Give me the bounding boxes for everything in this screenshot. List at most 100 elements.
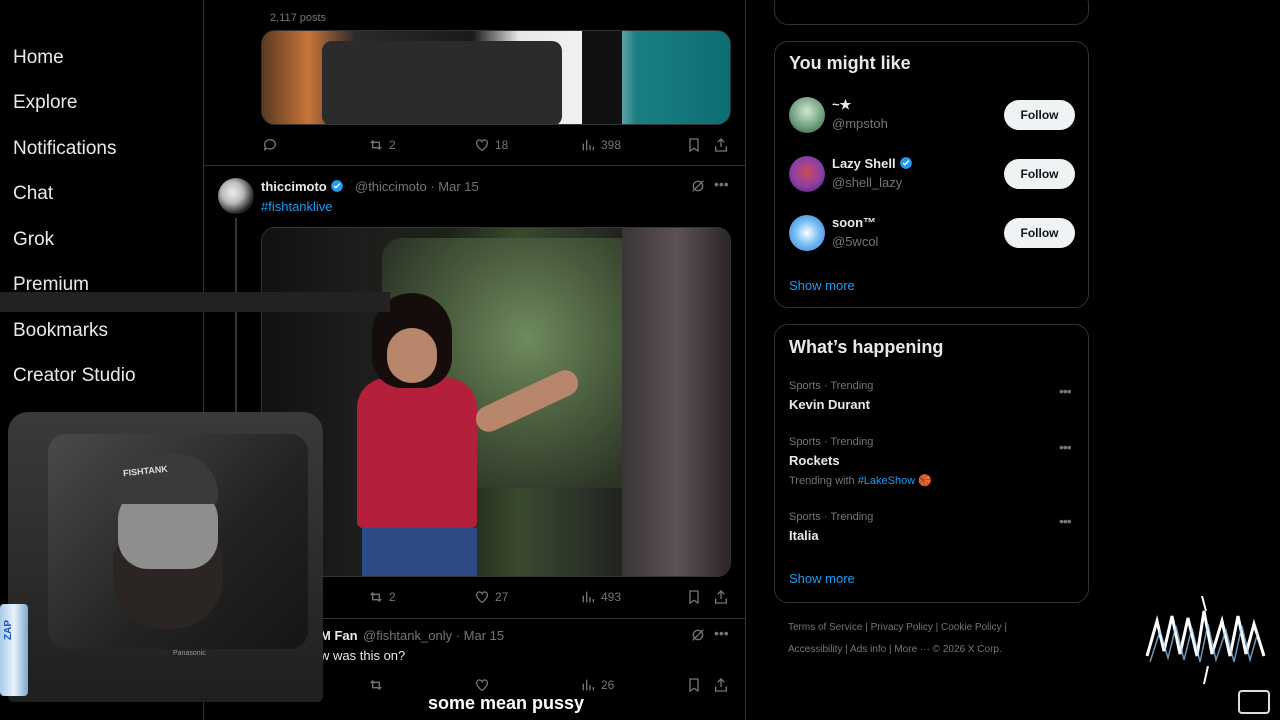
trend-more-button[interactable]: •••	[1059, 439, 1072, 455]
stream-logo-art	[1145, 596, 1266, 685]
bookmark-icon	[689, 590, 699, 605]
suggestion-name[interactable]: Lazy Shell	[832, 156, 913, 171]
like-count: 27	[495, 590, 509, 604]
trend-name[interactable]: Rockets	[789, 453, 840, 468]
avatar[interactable]	[218, 178, 254, 214]
tweet-divider	[204, 165, 745, 166]
verified-badge-icon	[330, 180, 343, 192]
tweet-text: w was this on?	[320, 648, 406, 663]
trend-more-button[interactable]: •••	[1059, 513, 1072, 529]
trend-context-text: Trending with	[789, 475, 855, 487]
can-label: ZAP	[3, 620, 14, 640]
avatar[interactable]	[789, 97, 825, 133]
post-count: 2,117 posts	[270, 12, 327, 24]
more-options-button[interactable]: •••	[714, 176, 729, 192]
more-options-button[interactable]: •••	[714, 625, 729, 641]
more-icon: •••	[714, 625, 729, 641]
suggestion-name[interactable]: soon™	[832, 215, 876, 230]
share-icon	[715, 678, 727, 692]
heart-icon	[476, 679, 488, 692]
bookmark-icon	[689, 138, 699, 153]
nav-creator-studio[interactable]: Creator Studio	[13, 365, 136, 387]
webcam-screen: FISHTANK	[48, 434, 308, 649]
tweet-media-image[interactable]	[261, 30, 731, 125]
nav-notifications[interactable]: Notifications	[13, 138, 117, 160]
share-button[interactable]	[713, 677, 729, 693]
footer-links-row1[interactable]: Terms of Service | Privacy Policy | Cook…	[788, 622, 1007, 633]
media-content	[622, 228, 730, 576]
tweet-date: · Mar 15	[455, 628, 505, 643]
trend-name[interactable]: Kevin Durant	[789, 397, 870, 412]
handle-text: @thiccimoto	[355, 179, 427, 194]
repost-button[interactable]: 2	[368, 137, 396, 153]
tweet-hashtag[interactable]: #fishtanklive	[261, 199, 333, 214]
follow-button[interactable]: Follow	[1004, 218, 1075, 248]
views-icon	[582, 139, 594, 151]
feed-divider-right	[745, 0, 746, 720]
trend-meta: Sports · Trending	[789, 380, 874, 392]
media-content	[362, 528, 477, 576]
avatar[interactable]	[789, 215, 825, 251]
suggestion-handle: @5wcol	[832, 234, 879, 249]
tv-stand	[0, 292, 390, 312]
grok-icon	[692, 180, 704, 192]
avatar[interactable]	[789, 156, 825, 192]
views-button[interactable]: 398	[580, 137, 621, 153]
heart-icon	[476, 591, 488, 604]
like-button[interactable]	[474, 677, 490, 693]
tweet-media-image[interactable]	[261, 227, 731, 577]
like-count: 18	[495, 138, 509, 152]
share-button[interactable]	[713, 589, 729, 605]
tweet-author-handle[interactable]: @thiccimoto · Mar 15	[355, 179, 479, 194]
nav-chat[interactable]: Chat	[13, 183, 53, 205]
tweet-author-name[interactable]: thiccimoto	[261, 179, 344, 194]
views-button[interactable]: 493	[580, 589, 621, 605]
suggestion-handle: @shell_lazy	[832, 175, 903, 190]
nav-explore[interactable]: Explore	[13, 92, 77, 114]
trend-context-hashtag[interactable]: #LakeShow	[858, 475, 916, 487]
bookmark-button[interactable]	[686, 137, 702, 153]
like-button[interactable]: 18	[474, 137, 508, 153]
tweet-author-name[interactable]: M Fan	[320, 628, 358, 643]
media-content	[322, 41, 562, 124]
tweet-date: · Mar 15	[430, 179, 479, 194]
views-button[interactable]: 26	[580, 677, 614, 693]
trend-more-button[interactable]: •••	[1059, 383, 1072, 399]
basketball-emoji-icon: 🏀	[918, 475, 932, 487]
trend-name[interactable]: Italia	[789, 528, 819, 543]
media-content	[357, 378, 477, 528]
more-icon: •••	[714, 176, 729, 192]
follow-button[interactable]: Follow	[1004, 159, 1075, 189]
show-more-link[interactable]: Show more	[789, 278, 855, 293]
repost-button[interactable]	[368, 677, 384, 693]
trend-meta: Sports · Trending	[789, 511, 874, 523]
repost-count: 2	[389, 590, 396, 604]
views-icon	[582, 591, 594, 603]
reply-icon	[263, 139, 276, 151]
views-icon	[582, 679, 594, 691]
tweet-author-handle[interactable]: @fishtank_only · Mar 15	[363, 628, 504, 643]
share-button[interactable]	[713, 137, 729, 153]
grok-button[interactable]	[690, 627, 706, 646]
view-count: 398	[601, 138, 622, 152]
bookmark-button[interactable]	[686, 677, 702, 693]
more-icon: •••	[1059, 439, 1072, 455]
nav-bookmarks[interactable]: Bookmarks	[13, 320, 108, 342]
suggestion-name[interactable]: ~★	[832, 97, 851, 113]
chat-overlay-icon	[1238, 690, 1270, 714]
nav-home[interactable]: Home	[13, 47, 64, 69]
bookmark-button[interactable]	[686, 589, 702, 605]
footer-links-row2[interactable]: Accessibility | Ads info | More ··· © 20…	[788, 644, 1002, 655]
grok-button[interactable]	[690, 178, 706, 197]
show-more-link[interactable]: Show more	[789, 571, 855, 586]
suggestion-name-text: Lazy Shell	[832, 156, 896, 171]
repost-icon	[370, 140, 382, 150]
follow-button[interactable]: Follow	[1004, 100, 1075, 130]
grok-icon	[692, 629, 704, 641]
nav-grok[interactable]: Grok	[13, 229, 54, 251]
reply-button[interactable]	[262, 137, 278, 153]
repost-button[interactable]: 2	[368, 589, 396, 605]
like-button[interactable]: 27	[474, 589, 508, 605]
media-content	[387, 328, 437, 383]
handle-text: @fishtank_only	[363, 628, 453, 643]
